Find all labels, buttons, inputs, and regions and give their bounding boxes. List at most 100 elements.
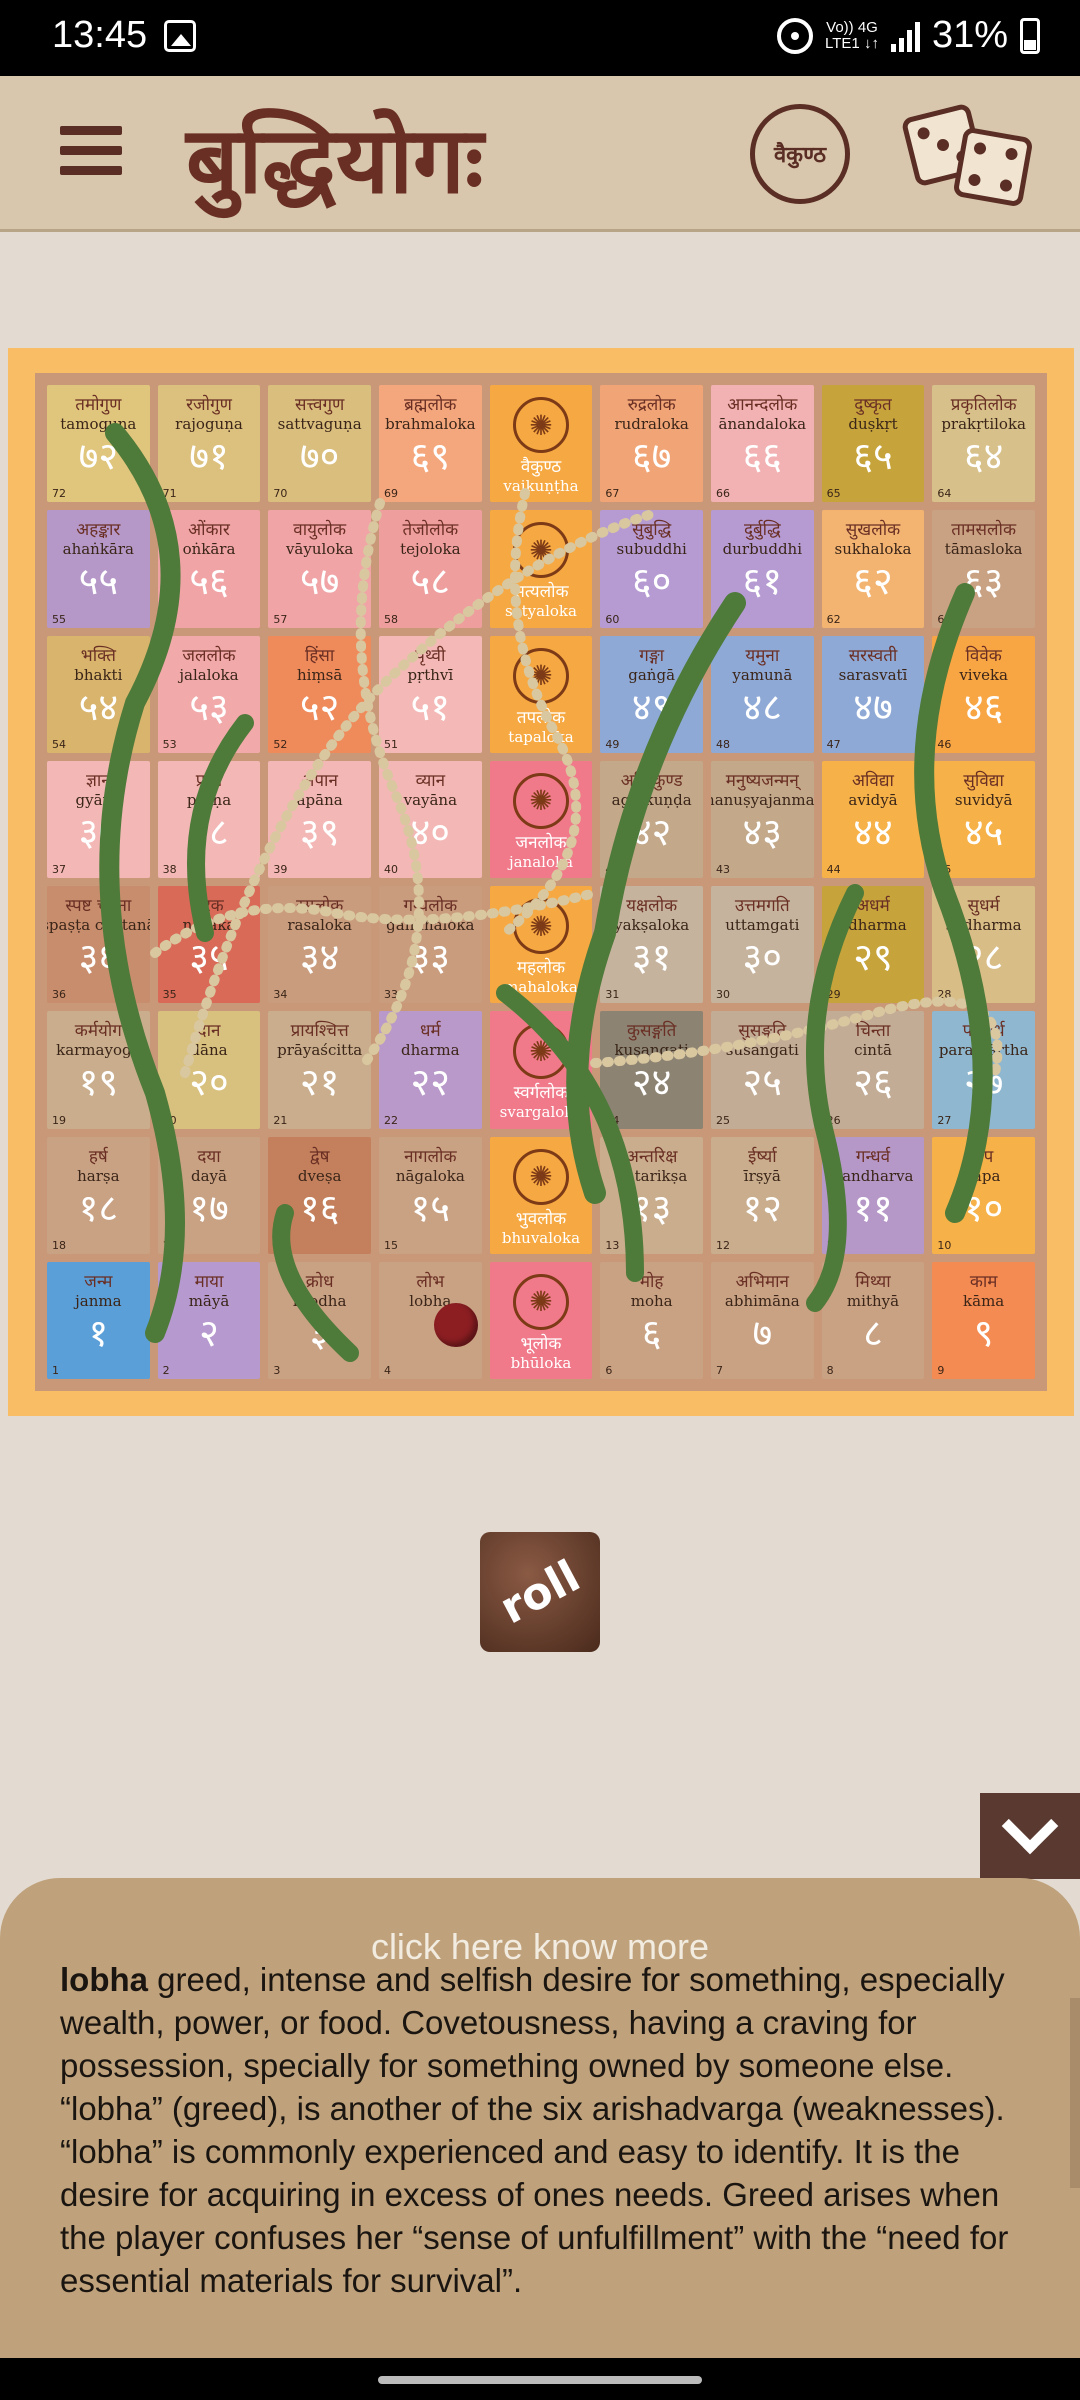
board-cell: प्रकृतिलोक prakṛtiloka ६४ 64 <box>932 385 1035 503</box>
dice-icon[interactable] <box>900 102 1034 208</box>
cell-index: 44 <box>826 863 841 876</box>
cell-devanagari: स्पष्ट चेतना <box>65 896 132 916</box>
info-scrollbar[interactable] <box>1070 1998 1080 2188</box>
cell-roman: pṛthvī <box>407 665 454 684</box>
cell-roman: harṣa <box>77 1166 120 1185</box>
cell-numeral: ९ <box>973 1310 994 1355</box>
cell-numeral: ७२ <box>78 434 119 478</box>
cell-roman: ahaṅkāra <box>62 540 134 559</box>
cell-devanagari: यक्षलोक <box>626 896 678 916</box>
cell-index: 20 <box>162 1113 177 1127</box>
board-cell: ✺ भूलोक bhūloka <box>489 1261 593 1379</box>
cell-roman: tapa <box>966 1166 1001 1185</box>
cell-roman: avidyā <box>848 790 898 809</box>
cell-numeral: ४० <box>410 809 451 854</box>
system-nav-bar <box>0 2358 1080 2400</box>
board-cell: अधर्म adharma २९ 29 <box>821 886 925 1004</box>
cell-roman: dayā <box>191 1166 227 1185</box>
cell-numeral: ३८ <box>189 809 229 854</box>
cell-roman: oṅkāra <box>182 540 236 559</box>
cell-index: 66 <box>715 487 730 501</box>
cell-numeral: ३ <box>309 1310 330 1355</box>
board-cell: पृथ्वी pṛthvī ५१ 51 <box>378 635 482 753</box>
cell-devanagari: जनलोक <box>515 832 567 853</box>
board-cell: स्पष्ट चेतनाspaṣṭa chetanā३६ 36 <box>47 886 150 1004</box>
home-indicator[interactable] <box>378 2376 702 2384</box>
cell-devanagari: आनन्दलोक <box>727 395 798 415</box>
chakra-icon: ✺ <box>512 1148 569 1205</box>
cell-roman: duṣkṛt <box>848 415 898 433</box>
cell-numeral: ६६ <box>742 434 783 478</box>
board-cell: द्वेष dveṣa १६ 16 <box>268 1136 371 1254</box>
network-top: Vo)) 4G <box>826 18 878 36</box>
cell-devanagari: भुवलोक <box>515 1208 567 1229</box>
board-cell: ✺ स्वर्गलोक svargaloka <box>489 1011 593 1129</box>
cell-devanagari: परमार्थ <box>962 1021 1005 1042</box>
cell-devanagari: जललोक <box>182 645 236 666</box>
board-cell: रजोगुण rajoguṇa ७१ 71 <box>157 385 261 503</box>
cell-numeral: ८ <box>863 1310 883 1355</box>
cell-roman: sukhaloka <box>834 540 912 559</box>
chakra-icon: ✺ <box>512 772 569 829</box>
cell-devanagari: सुधर्म <box>967 896 1000 916</box>
cell-numeral: १९ <box>78 1060 119 1105</box>
cell-numeral: ५५ <box>78 559 119 604</box>
cell-roman: rudraloka <box>614 415 689 433</box>
cell-index: 16 <box>273 1238 288 1252</box>
board-cell: तमोगुण tamoguṇa ७२ 72 <box>47 385 150 503</box>
status-bar: 13:45 Vo)) 4G LTE1 ↓↑ 31% <box>0 0 1080 76</box>
cell-index: 60 <box>605 612 620 626</box>
cell-index: 22 <box>383 1113 398 1127</box>
cell-numeral: २६ <box>853 1060 893 1105</box>
board-cell: गन्धर्व gandharva ११ 11 <box>821 1136 925 1254</box>
cell-numeral: ६३ <box>963 559 1004 604</box>
cell-roman: vayāna <box>403 790 458 809</box>
cell-index: 65 <box>826 487 841 501</box>
cell-roman: brahmaloka <box>385 415 476 433</box>
cell-numeral: ४५ <box>963 809 1004 854</box>
cell-index: 34 <box>273 988 288 1002</box>
cell-numeral: २० <box>189 1060 229 1105</box>
cell-numeral: ७० <box>299 434 340 478</box>
cell-devanagari: मनुष्यजन्मन् <box>725 770 799 791</box>
cell-numeral: ३० <box>742 935 783 979</box>
board-cell: ईर्ष्या īrṣyā १२ 12 <box>710 1136 814 1254</box>
chakra-icon: ✺ <box>512 647 569 704</box>
board-cell: गङ्गा gaṅgā ४९ 49 <box>600 635 703 753</box>
menu-icon[interactable] <box>60 126 122 176</box>
board-cell: सुखलोक sukhaloka ६२ 62 <box>821 510 925 628</box>
cell-devanagari: प्रकृतिलोक <box>950 395 1017 415</box>
cell-numeral: १७ <box>189 1185 229 1230</box>
roll-button[interactable]: roll <box>480 1532 600 1652</box>
cell-numeral: ६ <box>641 1310 662 1355</box>
board-cell: विवेक viveka ४६ 46 <box>932 635 1035 753</box>
cell-numeral: २५ <box>742 1060 783 1105</box>
board-cell: यक्षलोक yakṣaloka ३१ 31 <box>600 886 703 1004</box>
vaikuntha-cycle-icon[interactable]: वैकुण्ठ <box>750 104 850 204</box>
cell-numeral: ३१ <box>631 935 672 979</box>
cell-index: 39 <box>273 863 288 876</box>
cell-index: 15 <box>383 1238 398 1252</box>
cell-devanagari: ब्रह्मलोक <box>404 395 457 415</box>
battery-percent: 31% <box>931 14 1008 56</box>
chevron-down-icon <box>1001 1797 1059 1855</box>
board-cell: उत्तमगति uttamgati ३० 30 <box>710 886 814 1004</box>
info-description: lobha greed, intense and selfish desire … <box>60 1958 1020 2302</box>
cell-numeral: ५८ <box>410 559 451 604</box>
collapse-panel-button[interactable] <box>980 1793 1080 1879</box>
cell-roman: jalaloka <box>179 665 239 684</box>
cell-devanagari: काम <box>969 1271 998 1292</box>
cell-devanagari: क्रोध <box>305 1271 334 1292</box>
cell-devanagari: जन्म <box>84 1271 113 1292</box>
cell-index: 48 <box>715 737 730 751</box>
cell-devanagari: दया <box>197 1146 221 1167</box>
cell-devanagari: अभिमान <box>735 1271 789 1292</box>
board-cell: दया dayā १७ 17 <box>157 1136 261 1254</box>
board-cell: अभिमान abhimāna ७ 7 <box>710 1261 814 1379</box>
cell-numeral: ३६ <box>78 935 119 979</box>
cell-numeral: २१ <box>299 1060 340 1105</box>
board-cell: धर्म dharma २२ 22 <box>378 1011 482 1129</box>
cell-index: 19 <box>52 1113 66 1127</box>
cell-index: 6 <box>605 1364 613 1377</box>
cell-devanagari: अन्तरिक्ष <box>625 1146 678 1167</box>
